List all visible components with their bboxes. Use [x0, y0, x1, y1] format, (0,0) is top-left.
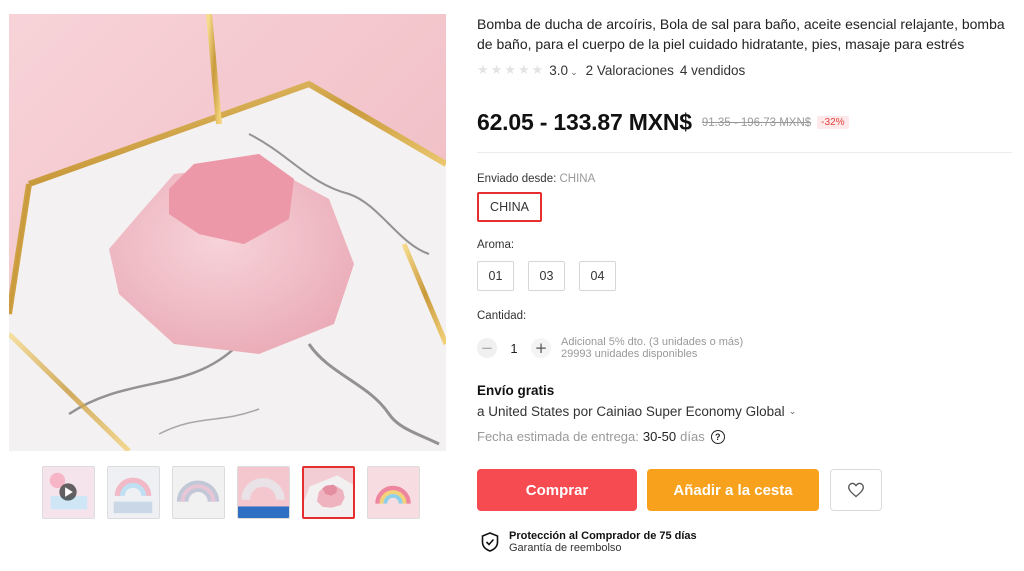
thumbnail-pink-bomb[interactable] — [302, 466, 355, 519]
quantity-value[interactable]: 1 — [497, 341, 531, 356]
rating-stars: ★ ★ ★ ★ ★ — [477, 64, 543, 77]
chevron-down-icon: ⌄ — [570, 66, 578, 77]
thumbnail-rainbow-bomb[interactable] — [172, 466, 225, 519]
bath-bomb-photo — [9, 14, 446, 451]
star-icon: ★ — [531, 62, 544, 78]
wishlist-button[interactable] — [830, 469, 882, 511]
stock-note: 29993 unidades disponibles — [561, 348, 698, 360]
delivery-days: 30-50 — [642, 429, 677, 444]
ship-from-label-text: Enviado desde: — [477, 173, 557, 185]
rating-value-text: 3.0 — [549, 62, 569, 78]
reviews-link[interactable]: 2 Valoraciones — [586, 63, 674, 78]
quantity-stepper: − 1 + Adicional 5% dto. (3 unidades o má… — [477, 336, 743, 360]
star-icon: ★ — [504, 62, 516, 78]
product-info-panel: Bomba de ducha de arcoíris, Bola de sal … — [477, 14, 1017, 554]
bulk-discount-note: Adicional 5% dto. (3 unidades o más) — [561, 336, 744, 348]
star-icon: ★ — [477, 62, 489, 78]
delivery-estimate: Fecha estimada de entrega: 30-50 días ? — [477, 429, 725, 444]
chevron-down-icon: ⌄ — [788, 406, 797, 416]
option-ship-from-china[interactable]: CHINA — [477, 192, 542, 222]
price-row: 62.05 - 133.87 MXN$ 91.35 - 196.73 MXN$ … — [477, 109, 1017, 136]
thumbnail-video[interactable] — [42, 466, 95, 519]
main-product-image — [9, 14, 446, 451]
thumbnail-strip — [42, 466, 420, 519]
quantity-decrement-button[interactable]: − — [477, 338, 497, 358]
current-price: 62.05 - 133.87 MXN$ — [477, 109, 692, 135]
divider — [477, 152, 1012, 153]
discount-badge: -32% — [817, 116, 849, 129]
ship-from-label: Enviado desde: CHINA — [477, 173, 595, 185]
buyer-protection: Protección al Comprador de 75 días Garan… — [481, 530, 697, 554]
shipping-method[interactable]: a United States por Cainiao Super Econom… — [477, 404, 796, 419]
thumbnail-rainbow-pink[interactable] — [367, 466, 420, 519]
option-aroma-01[interactable]: 01 — [477, 261, 514, 291]
thumbnail-product-card[interactable] — [237, 466, 290, 519]
ship-from-value: CHINA — [559, 173, 596, 185]
protection-title: Protección al Comprador de 75 días — [509, 530, 697, 542]
option-aroma-03[interactable]: 03 — [528, 261, 565, 291]
help-icon[interactable]: ? — [710, 429, 725, 444]
buy-now-button[interactable]: Comprar — [477, 469, 637, 511]
quantity-label: Cantidad: — [477, 310, 527, 322]
delivery-label: Fecha estimada de entrega: — [477, 429, 639, 444]
rating-value[interactable]: 3.0 ⌄ — [549, 63, 577, 78]
shipping-method-text: a United States por Cainiao Super Econom… — [477, 404, 785, 419]
product-title: Bomba de ducha de arcoíris, Bola de sal … — [477, 16, 1005, 52]
sold-count: 4 vendidos — [679, 62, 746, 78]
original-price: 91.35 - 196.73 MXN$ — [701, 116, 812, 129]
delivery-unit: días — [680, 429, 705, 444]
rating-row: ★ ★ ★ ★ ★ 3.0 ⌄ 2 Valoraciones 4 vendidos — [477, 61, 1017, 79]
shipping-title: Envío gratis — [477, 383, 555, 398]
quantity-note: Adicional 5% dto. (3 unidades o más) 299… — [561, 336, 743, 360]
star-icon: ★ — [517, 62, 530, 78]
star-icon: ★ — [490, 62, 503, 78]
shield-check-icon — [481, 532, 499, 552]
protection-subtitle: Garantía de reembolso — [509, 542, 622, 554]
option-aroma-04[interactable]: 04 — [579, 261, 616, 291]
add-to-cart-button[interactable]: Añadir a la cesta — [647, 469, 819, 511]
quantity-increment-button[interactable]: + — [531, 338, 551, 358]
thumbnail-rainbow-box[interactable] — [107, 466, 160, 519]
heart-icon — [848, 482, 864, 498]
aroma-label: Aroma: — [477, 239, 515, 251]
